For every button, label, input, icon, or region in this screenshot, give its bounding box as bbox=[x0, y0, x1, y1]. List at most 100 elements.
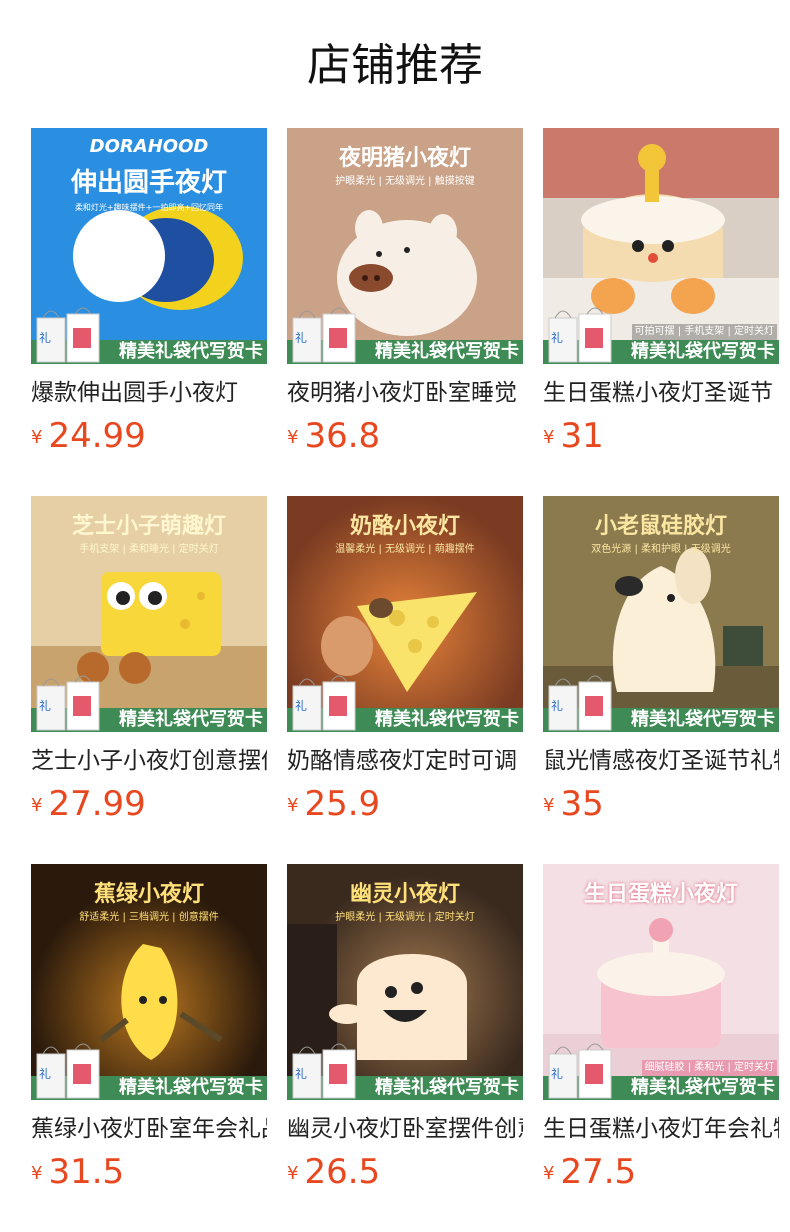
svg-text:礼: 礼 bbox=[39, 330, 51, 345]
gift-banner-text: 精美礼袋代写贺卡 bbox=[119, 341, 263, 362]
price-amount: 27.99 bbox=[48, 784, 146, 824]
product-image[interactable]: DORAHOOD 伸出圆手夜灯 柔和灯光+趣味摆件+一拍即亮+回忆同年 精美礼袋… bbox=[31, 128, 267, 364]
product-image[interactable]: 芝士小子萌趣灯 手机支架 | 柔和睡光 | 定时关灯 精美礼袋代写贺卡 礼 bbox=[31, 496, 267, 732]
gift-banner-text: 精美礼袋代写贺卡 bbox=[375, 709, 519, 730]
gift-banner-text: 精美礼袋代写贺卡 bbox=[375, 341, 519, 362]
image-feature-strip: 可拍可摆 | 手机支架 | 定时关灯 bbox=[631, 324, 777, 340]
page-title: 店铺推荐 bbox=[307, 40, 483, 91]
currency-symbol: ¥ bbox=[31, 1163, 43, 1184]
price-amount: 31 bbox=[560, 416, 604, 456]
gift-banner-text: 精美礼袋代写贺卡 bbox=[119, 1077, 263, 1098]
image-subline: 柔和灯光+趣味摆件+一拍即亮+回忆同年 bbox=[74, 203, 224, 212]
image-headline: 蕉绿小夜灯 bbox=[93, 882, 204, 907]
currency-symbol: ¥ bbox=[287, 1163, 299, 1184]
svg-text:礼: 礼 bbox=[295, 698, 307, 713]
product-name[interactable]: 生日蛋糕小夜灯圣诞节 bbox=[543, 378, 779, 408]
product-name[interactable]: 夜明猪小夜灯卧室睡觉 bbox=[287, 378, 523, 408]
product-name[interactable]: 芝士小子小夜灯创意摆件 bbox=[31, 746, 267, 776]
image-headline: 夜明猪小夜灯 bbox=[338, 146, 471, 171]
product-image[interactable]: 蕉绿小夜灯 舒适柔光 | 三档调光 | 创意摆件 精美礼袋代写贺卡 礼 bbox=[31, 864, 267, 1100]
image-feature-strip: 细腻硅胶 | 柔和光 | 定时关灯 bbox=[641, 1060, 777, 1076]
image-subline: 舒适柔光 | 三档调光 | 创意摆件 bbox=[79, 912, 219, 923]
product-price: ¥25.9 bbox=[287, 784, 380, 824]
product-image[interactable]: 生日蛋糕小夜灯 细腻硅胶 | 柔和光 | 定时关灯 精美礼袋代写贺卡 礼 bbox=[543, 864, 779, 1100]
price-amount: 36.8 bbox=[304, 416, 381, 456]
product-card[interactable]: 芝士小子萌趣灯 手机支架 | 柔和睡光 | 定时关灯 精美礼袋代写贺卡 礼 芝士… bbox=[31, 496, 267, 826]
product-price: ¥27.5 bbox=[543, 1152, 636, 1192]
gift-banner-text: 精美礼袋代写贺卡 bbox=[631, 1077, 775, 1098]
product-image[interactable]: 可拍可摆 | 手机支架 | 定时关灯 精美礼袋代写贺卡 礼 bbox=[543, 128, 779, 364]
image-headline: 芝士小子萌趣灯 bbox=[71, 514, 226, 539]
product-name[interactable]: 鼠光情感夜灯圣诞节礼物 bbox=[543, 746, 779, 776]
currency-symbol: ¥ bbox=[31, 795, 43, 816]
gift-bag-icon: 礼 bbox=[548, 675, 612, 731]
image-headline: 小老鼠硅胶灯 bbox=[594, 514, 727, 539]
image-brand: DORAHOOD bbox=[89, 136, 209, 157]
currency-symbol: ¥ bbox=[543, 795, 555, 816]
image-headline: 奶酪小夜灯 bbox=[349, 514, 460, 539]
product-card[interactable]: 可拍可摆 | 手机支架 | 定时关灯 精美礼袋代写贺卡 礼 生日蛋糕小夜灯圣诞节… bbox=[543, 128, 779, 458]
currency-symbol: ¥ bbox=[287, 795, 299, 816]
currency-symbol: ¥ bbox=[31, 427, 43, 448]
product-name[interactable]: 生日蛋糕小夜灯年会礼物 bbox=[543, 1114, 779, 1144]
product-name[interactable]: 蕉绿小夜灯卧室年会礼品 bbox=[31, 1114, 267, 1144]
gift-bag-icon: 礼 bbox=[292, 1043, 356, 1099]
image-subline: 护眼柔光 | 无级调光 | 定时关灯 bbox=[335, 912, 475, 923]
svg-text:礼: 礼 bbox=[39, 1066, 51, 1081]
product-card[interactable]: 幽灵小夜灯 护眼柔光 | 无级调光 | 定时关灯 精美礼袋代写贺卡 礼 幽灵小夜… bbox=[287, 864, 523, 1194]
price-amount: 25.9 bbox=[304, 784, 381, 824]
product-card[interactable]: 夜明猪小夜灯 护眼柔光 | 无级调光 | 触摸按键 精美礼袋代写贺卡 礼 夜明猪… bbox=[287, 128, 523, 458]
gift-banner-text: 精美礼袋代写贺卡 bbox=[375, 1077, 519, 1098]
image-subline: 双色光源 | 柔和护眼 | 无级调光 bbox=[591, 544, 731, 555]
image-subline: 手机支架 | 柔和睡光 | 定时关灯 bbox=[79, 544, 219, 555]
svg-text:礼: 礼 bbox=[39, 698, 51, 713]
product-image[interactable]: 奶酪小夜灯 温馨柔光 | 无级调光 | 萌趣摆件 精美礼袋代写贺卡 礼 bbox=[287, 496, 523, 732]
gift-bag-icon: 礼 bbox=[36, 1043, 100, 1099]
product-name[interactable]: 爆款伸出圆手小夜灯 bbox=[31, 378, 267, 408]
image-headline: 幽灵小夜灯 bbox=[349, 882, 460, 907]
gift-banner-text: 精美礼袋代写贺卡 bbox=[119, 709, 263, 730]
product-name[interactable]: 奶酪情感夜灯定时可调 bbox=[287, 746, 523, 776]
product-price: ¥35 bbox=[543, 784, 604, 824]
svg-text:礼: 礼 bbox=[551, 698, 563, 713]
svg-text:礼: 礼 bbox=[295, 1066, 307, 1081]
svg-text:礼: 礼 bbox=[551, 330, 563, 345]
image-subline: 温馨柔光 | 无级调光 | 萌趣摆件 bbox=[335, 544, 475, 555]
currency-symbol: ¥ bbox=[287, 427, 299, 448]
product-price: ¥31.5 bbox=[31, 1152, 124, 1192]
product-card[interactable]: 小老鼠硅胶灯 双色光源 | 柔和护眼 | 无级调光 精美礼袋代写贺卡 礼 鼠光情… bbox=[543, 496, 779, 826]
product-card[interactable]: 奶酪小夜灯 温馨柔光 | 无级调光 | 萌趣摆件 精美礼袋代写贺卡 礼 奶酪情感… bbox=[287, 496, 523, 826]
currency-symbol: ¥ bbox=[543, 427, 555, 448]
image-headline: 生日蛋糕小夜灯 bbox=[583, 882, 738, 907]
svg-text:礼: 礼 bbox=[295, 330, 307, 345]
product-name[interactable]: 幽灵小夜灯卧室摆件创意 bbox=[287, 1114, 523, 1144]
gift-bag-icon: 礼 bbox=[292, 675, 356, 731]
product-card[interactable]: DORAHOOD 伸出圆手夜灯 柔和灯光+趣味摆件+一拍即亮+回忆同年 精美礼袋… bbox=[31, 128, 267, 458]
price-amount: 26.5 bbox=[304, 1152, 381, 1192]
gift-bag-icon: 礼 bbox=[548, 307, 612, 363]
price-amount: 27.5 bbox=[560, 1152, 637, 1192]
price-amount: 31.5 bbox=[48, 1152, 125, 1192]
currency-symbol: ¥ bbox=[543, 1163, 555, 1184]
gift-banner-text: 精美礼袋代写贺卡 bbox=[631, 709, 775, 730]
product-card[interactable]: 生日蛋糕小夜灯 细腻硅胶 | 柔和光 | 定时关灯 精美礼袋代写贺卡 礼 生日蛋… bbox=[543, 864, 779, 1194]
gift-bag-icon: 礼 bbox=[36, 675, 100, 731]
gift-bag-icon: 礼 bbox=[548, 1043, 612, 1099]
product-image[interactable]: 夜明猪小夜灯 护眼柔光 | 无级调光 | 触摸按键 精美礼袋代写贺卡 礼 bbox=[287, 128, 523, 364]
image-subline: 护眼柔光 | 无级调光 | 触摸按键 bbox=[335, 176, 475, 187]
svg-text:礼: 礼 bbox=[551, 1066, 563, 1081]
gift-bag-icon: 礼 bbox=[36, 307, 100, 363]
image-headline: 伸出圆手夜灯 bbox=[70, 168, 227, 198]
gift-bag-icon: 礼 bbox=[292, 307, 356, 363]
product-price: ¥36.8 bbox=[287, 416, 380, 456]
product-price: ¥26.5 bbox=[287, 1152, 380, 1192]
product-image[interactable]: 幽灵小夜灯 护眼柔光 | 无级调光 | 定时关灯 精美礼袋代写贺卡 礼 bbox=[287, 864, 523, 1100]
price-amount: 35 bbox=[560, 784, 604, 824]
product-card[interactable]: 蕉绿小夜灯 舒适柔光 | 三档调光 | 创意摆件 精美礼袋代写贺卡 礼 蕉绿小夜… bbox=[31, 864, 267, 1194]
gift-banner-text: 精美礼袋代写贺卡 bbox=[631, 341, 775, 362]
price-amount: 24.99 bbox=[48, 416, 146, 456]
product-price: ¥31 bbox=[543, 416, 604, 456]
product-price: ¥27.99 bbox=[31, 784, 146, 824]
product-price: ¥24.99 bbox=[31, 416, 146, 456]
product-image[interactable]: 小老鼠硅胶灯 双色光源 | 柔和护眼 | 无级调光 精美礼袋代写贺卡 礼 bbox=[543, 496, 779, 732]
